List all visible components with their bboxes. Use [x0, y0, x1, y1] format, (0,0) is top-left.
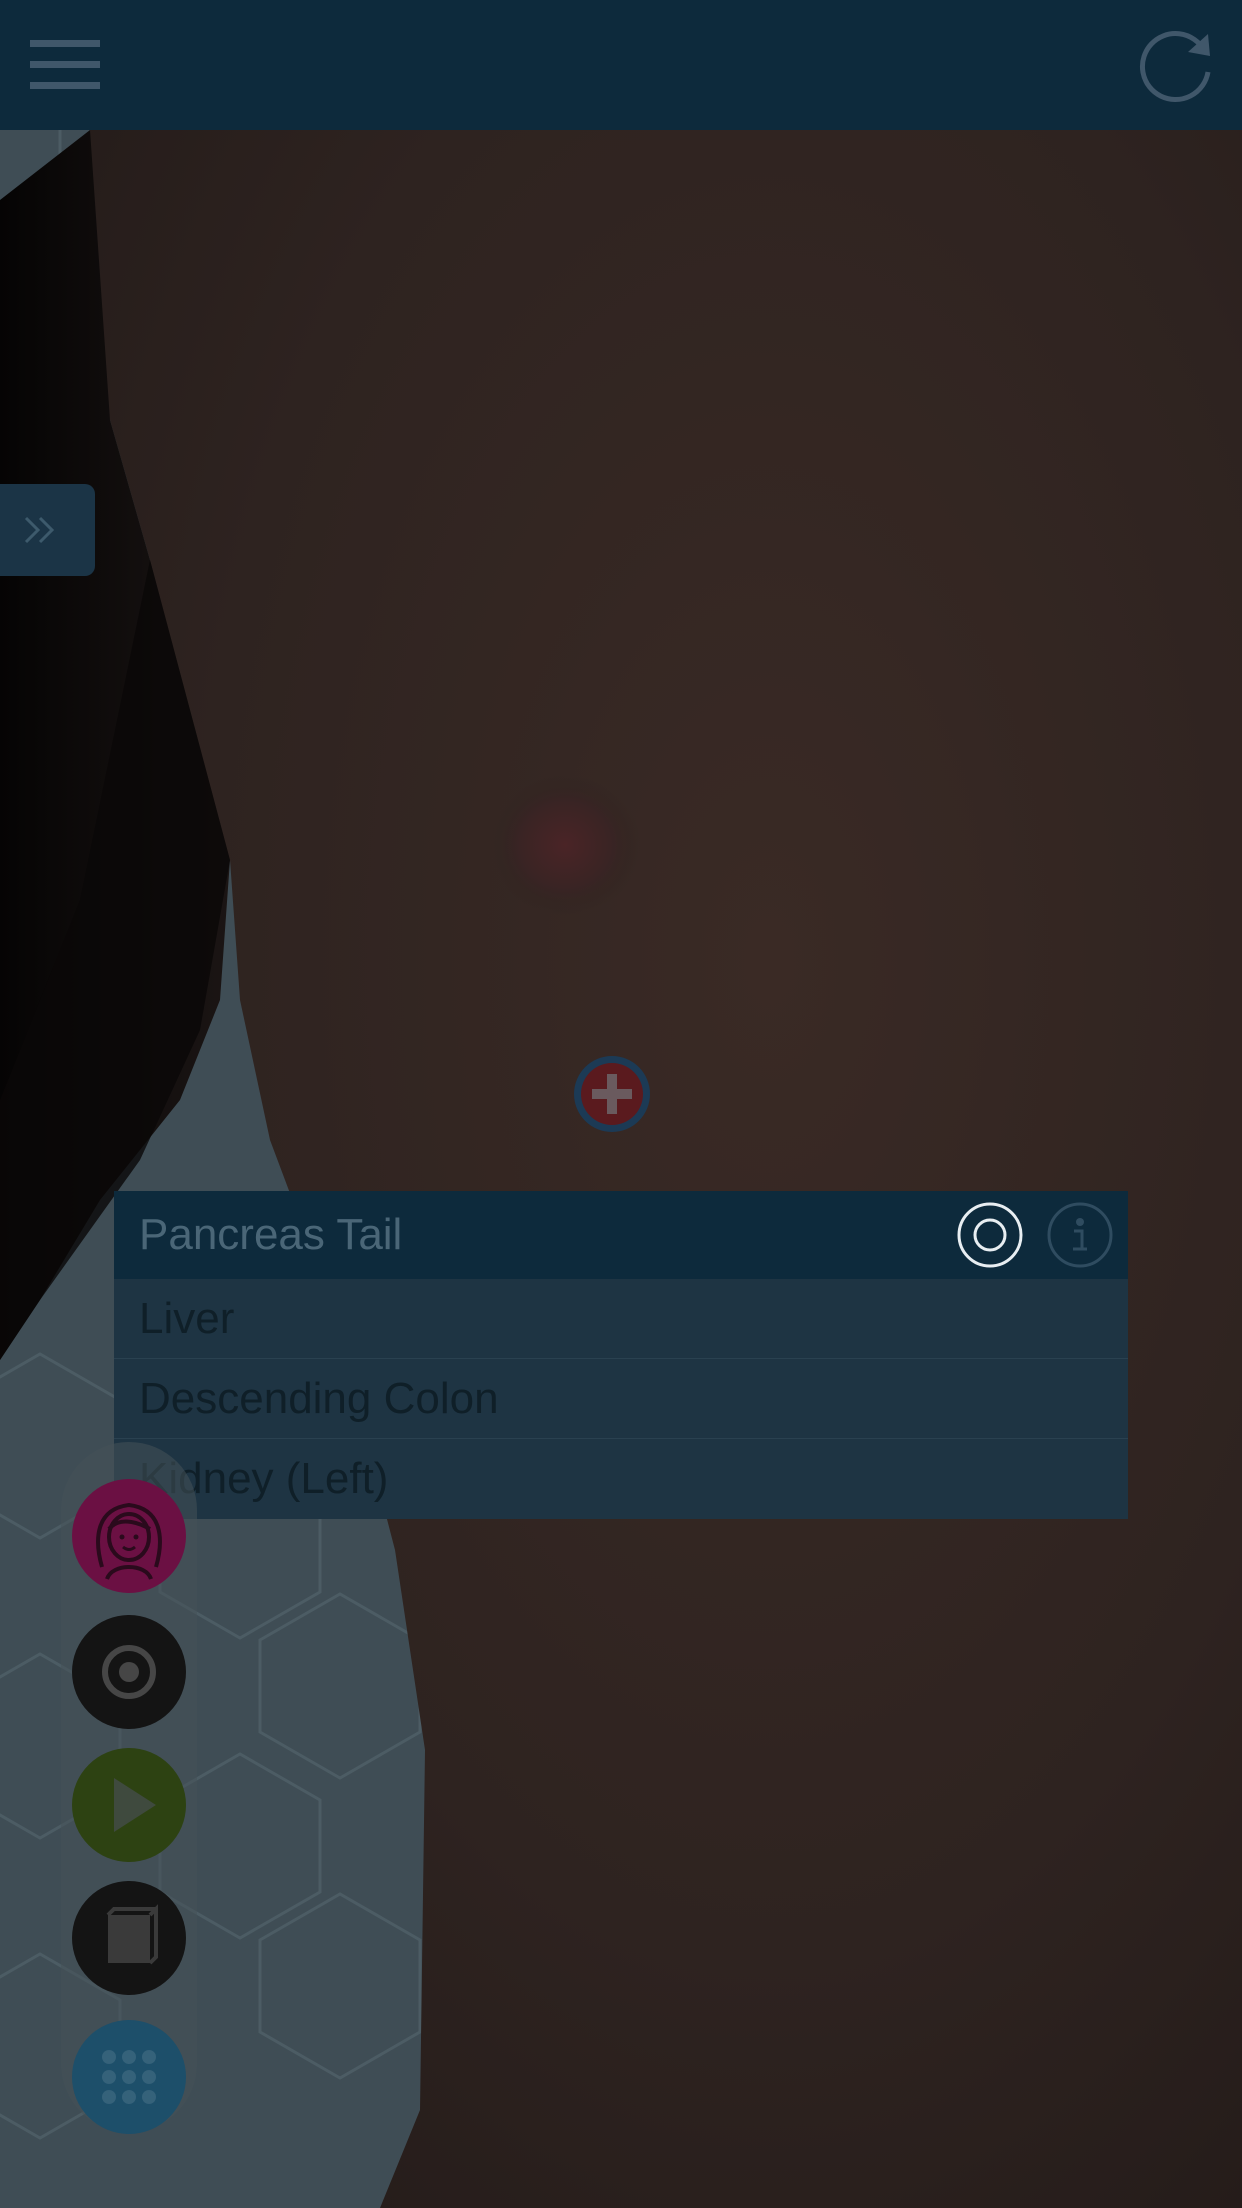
female-avatar-icon — [72, 1479, 186, 1593]
organ-label: Liver — [139, 1293, 235, 1343]
hamburger-menu-icon[interactable] — [22, 30, 108, 100]
organ-label: Pancreas Tail — [139, 1210, 403, 1259]
plus-circle-icon — [574, 1056, 650, 1132]
target-icon — [72, 1615, 186, 1729]
list-item-descending-colon[interactable]: Descending Colon — [114, 1359, 1128, 1439]
book-icon — [72, 1881, 186, 1995]
refresh-icon[interactable] — [1130, 20, 1220, 110]
list-item-pancreas-tail[interactable]: Pancreas Tail — [114, 1191, 1128, 1279]
play-button[interactable] — [72, 1748, 186, 1862]
add-marker-button[interactable] — [570, 1052, 654, 1136]
apps-grid-button[interactable] — [72, 2020, 186, 2134]
organ-label: Descending Colon — [139, 1373, 499, 1423]
double-chevron-right-icon — [24, 516, 55, 544]
play-icon — [72, 1748, 186, 1862]
list-item-liver[interactable]: Liver — [114, 1279, 1128, 1359]
grid-dots-icon — [72, 2020, 186, 2134]
female-avatar-button[interactable] — [72, 1479, 186, 1593]
organ-selection-list: Pancreas Tail Liver Descending Colon Kid… — [114, 1191, 1128, 1519]
target-icon[interactable] — [956, 1201, 1024, 1269]
top-bar — [0, 0, 1242, 130]
list-item-kidney-left[interactable]: Kidney (Left) — [114, 1439, 1128, 1519]
info-icon[interactable] — [1046, 1201, 1114, 1269]
target-view-button[interactable] — [72, 1615, 186, 1729]
expand-panel-tab[interactable] — [0, 484, 95, 576]
book-button[interactable] — [72, 1881, 186, 1995]
